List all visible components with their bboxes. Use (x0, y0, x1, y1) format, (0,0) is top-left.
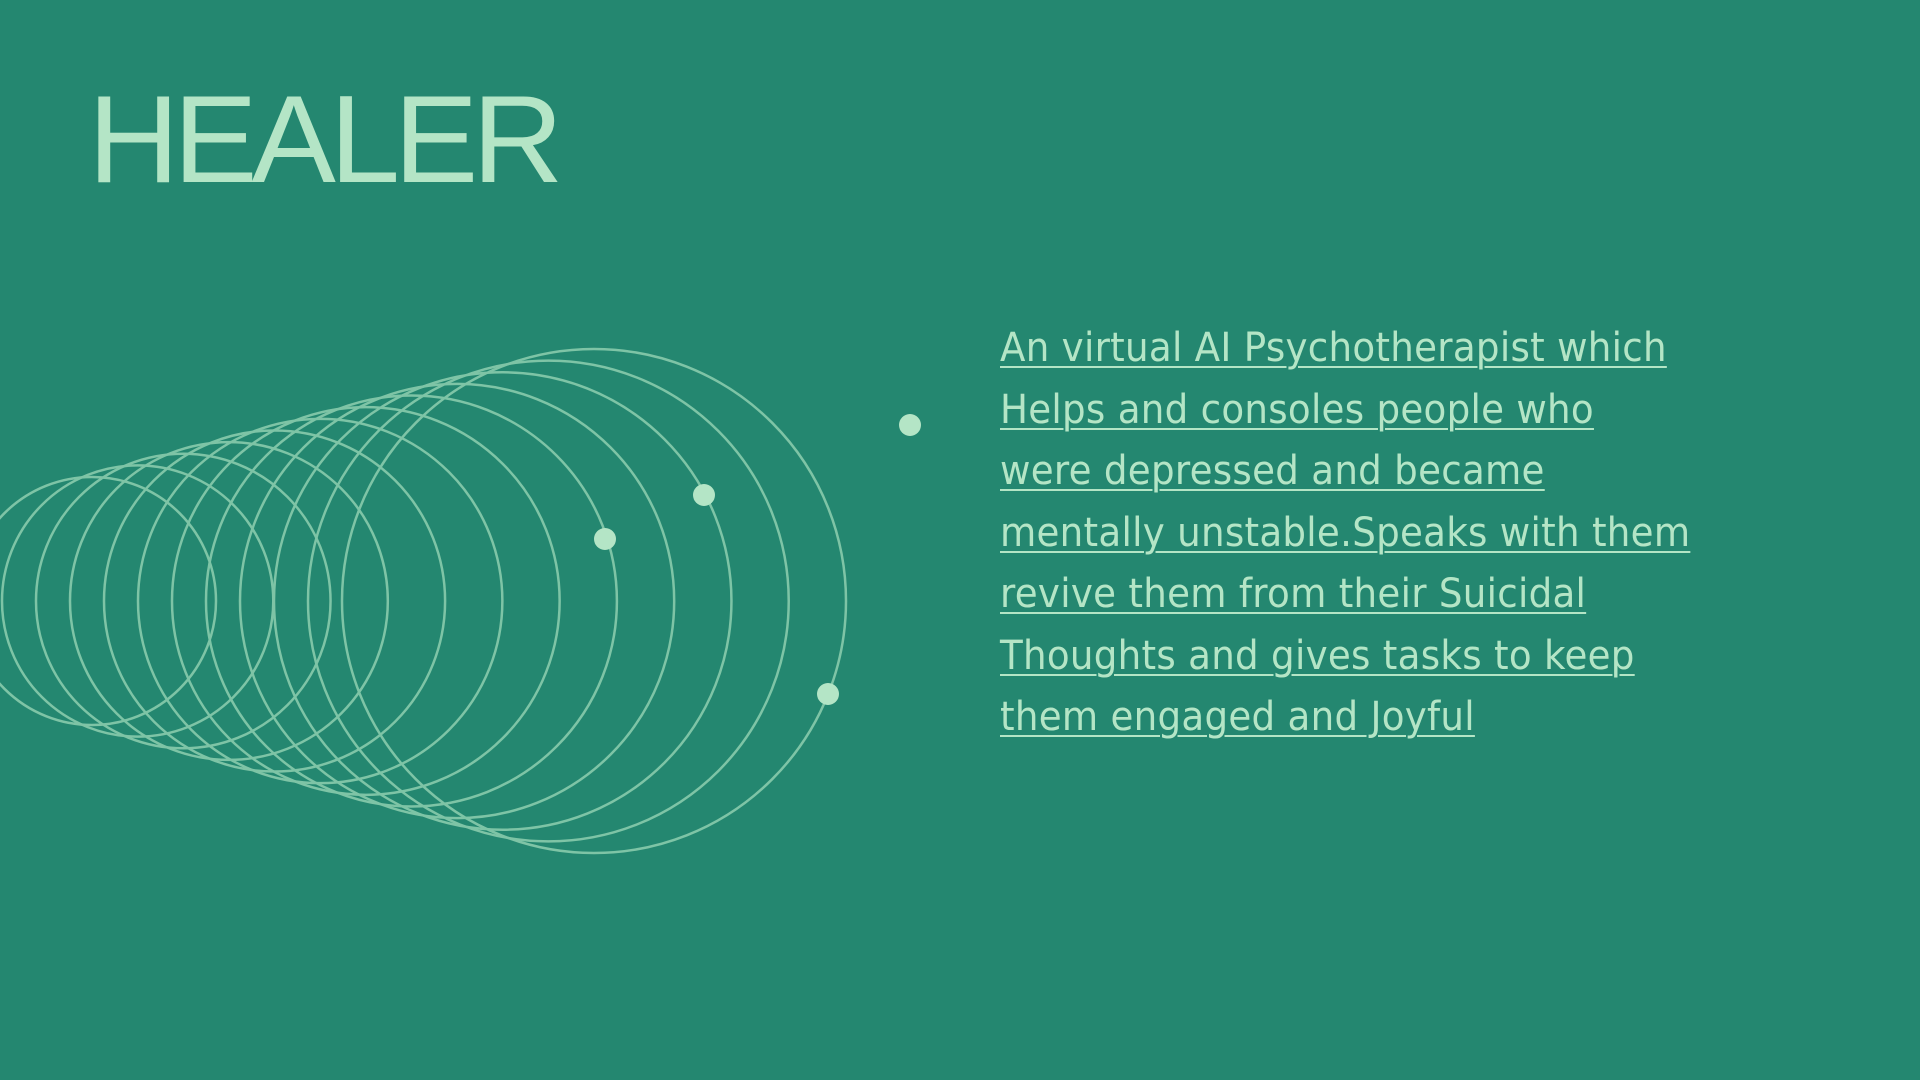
description-text: An virtual AI Psychotherapist which Help… (1000, 318, 1900, 749)
page-title: HEALER (88, 71, 564, 209)
description-line: Thoughts and gives tasks to keep (1000, 632, 1635, 679)
description-line: Helps and consoles people who (1000, 386, 1594, 433)
ring (34, 452, 332, 750)
ring (204, 394, 619, 808)
ring (306, 359, 790, 843)
dot (817, 683, 839, 705)
ring (68, 440, 390, 762)
dot (594, 528, 616, 550)
description-line: revive them from their Suicidal (1000, 571, 1587, 617)
ring (340, 347, 848, 855)
description-line: mentally unstable.Speaks with them (1000, 509, 1691, 556)
dot (693, 484, 715, 506)
description-line: were depressed and became (1000, 448, 1545, 494)
dot (899, 414, 921, 436)
description-line: An virtual AI Psychotherapist which (1000, 325, 1667, 371)
ring (136, 417, 504, 785)
ring (238, 382, 676, 820)
description-line: them engaged and Joyful (1000, 694, 1475, 740)
